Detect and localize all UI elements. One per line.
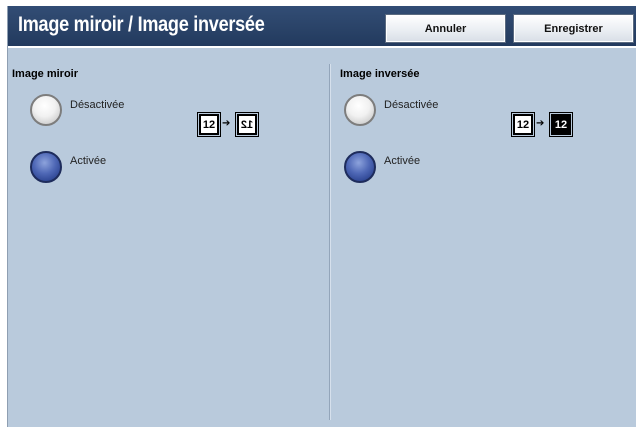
section-divider [329, 64, 330, 420]
inverse-off-radio[interactable] [344, 94, 376, 126]
mirror-section-heading: Image miroir [12, 68, 79, 80]
page-title: Image miroir / Image inversée [18, 13, 265, 36]
arrow-right-icon-2: ➔ [536, 118, 545, 129]
save-button[interactable]: Enregistrer [513, 14, 634, 43]
inverse-on-label: Activée [384, 155, 421, 167]
original-page-icon: 12 [197, 112, 221, 137]
mirror-off-label: Désactivée [70, 99, 125, 111]
mirror-off-radio[interactable] [30, 94, 62, 126]
mirror-on-label: Activée [70, 155, 107, 167]
mirror-on-radio[interactable] [30, 151, 62, 183]
mirrored-page-icon: 12 [235, 112, 259, 137]
screen: Image miroir / Image inversée Annuler En… [7, 6, 636, 427]
cancel-button[interactable]: Annuler [385, 14, 506, 43]
inverse-section-heading: Image inversée [340, 68, 420, 80]
original-page-icon-2: 12 [511, 112, 535, 137]
inverse-off-label: Désactivée [384, 99, 439, 111]
inverse-on-radio[interactable] [344, 151, 376, 183]
title-bar: Image miroir / Image inversée Annuler En… [8, 6, 636, 48]
inverted-page-icon: 12 [549, 112, 573, 137]
arrow-right-icon: ➔ [222, 118, 231, 129]
